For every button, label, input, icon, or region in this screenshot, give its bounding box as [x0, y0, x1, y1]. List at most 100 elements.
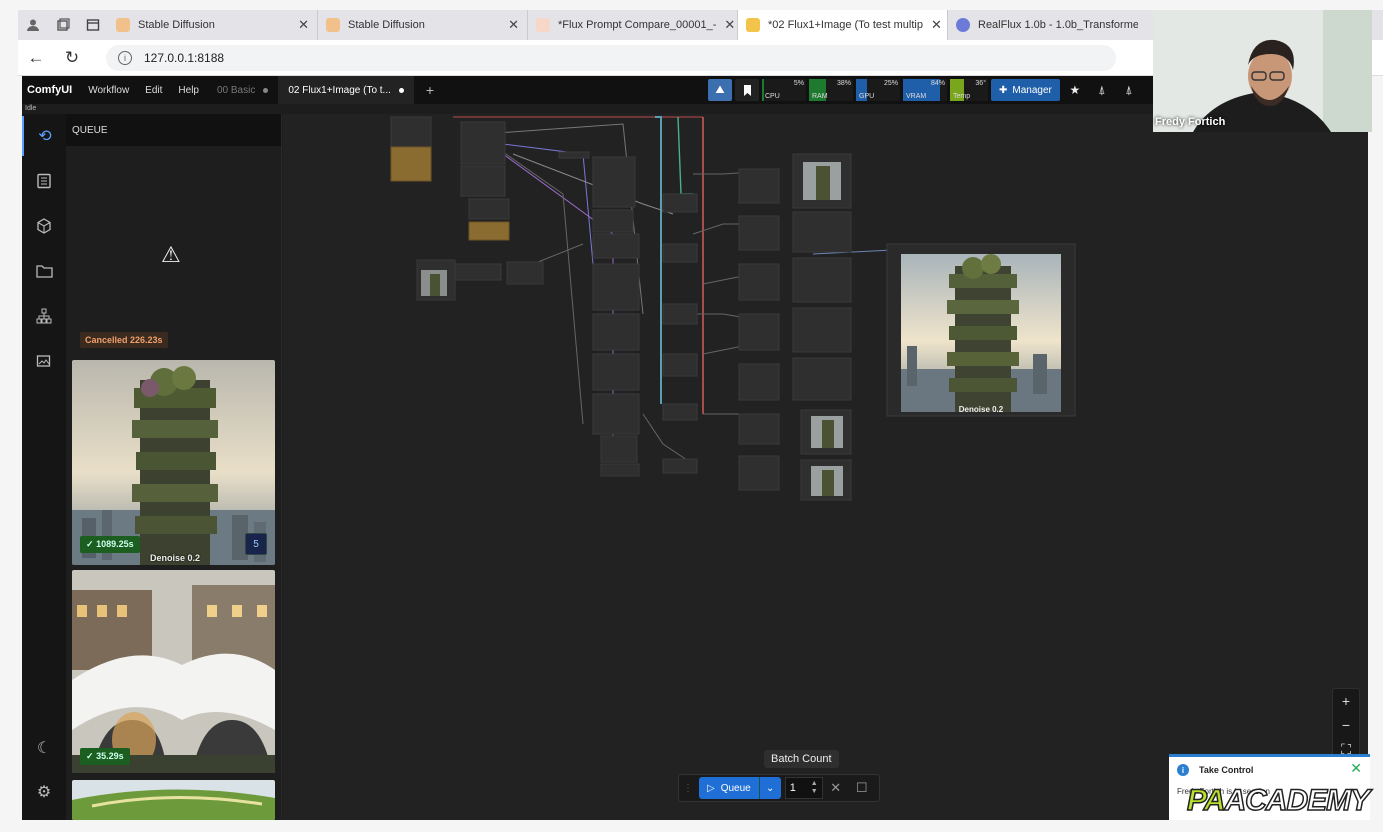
back-icon[interactable]: ←	[18, 40, 54, 76]
reload-icon[interactable]: ↻	[54, 40, 90, 76]
templates-icon[interactable]	[22, 296, 66, 336]
temp-meter: 36° Temp	[950, 79, 988, 101]
logo-academy: ACADEMY	[1224, 783, 1371, 818]
queue-history-icon[interactable]: ⟲	[22, 116, 66, 156]
presenter-name: Fredy Fortich	[1155, 116, 1226, 128]
queue-button[interactable]: ▷ Queue	[699, 777, 759, 799]
batch-count-tooltip: Batch Count	[764, 750, 839, 768]
comfy-brush-icon[interactable]: ⛰	[708, 79, 732, 101]
queue-item-time-badge: ✓ 35.29s	[80, 748, 130, 765]
pa-academy-logo: PAACADEMY	[1186, 783, 1371, 818]
temp-value: 36°	[975, 80, 986, 87]
tab-actions-icon[interactable]	[78, 10, 108, 40]
node-graph: Denoise 0.2	[390, 116, 1076, 501]
info-icon: i	[1177, 764, 1189, 776]
preview-caption: Denoise 0.2	[959, 405, 1004, 414]
vram-percent: 84%	[930, 80, 945, 87]
stop-queue-icon[interactable]: ☐	[849, 780, 875, 796]
gpu-percent: 25%	[883, 80, 898, 87]
cpu-meter: 5% CPU	[762, 79, 806, 101]
image-favicon-icon	[536, 18, 550, 32]
civitai-favicon-icon	[956, 18, 970, 32]
cancel-queue-icon[interactable]: ✕	[823, 780, 849, 796]
logo-pa: PA	[1186, 783, 1226, 818]
drag-handle-icon[interactable]: ⋮	[683, 783, 693, 794]
warning-icon: ⚠	[161, 242, 181, 267]
temp-label: Temp	[953, 93, 971, 100]
manager-button[interactable]: ✚ Manager	[991, 79, 1060, 101]
node-library-icon[interactable]	[22, 161, 66, 201]
menu-edit[interactable]: Edit	[137, 85, 170, 96]
close-icon[interactable]: ✕	[1350, 760, 1362, 777]
workflows-folder-icon[interactable]	[22, 251, 66, 291]
settings-gear-icon[interactable]: ⚙	[22, 772, 66, 812]
canopy-render-thumbnail	[72, 570, 275, 773]
browser-tab-label: RealFlux 1.0b - 1.0b_Transformer	[978, 19, 1138, 31]
menu-workflow[interactable]: Workflow	[80, 85, 137, 96]
bookmark-icon[interactable]	[735, 79, 759, 101]
batch-count-input[interactable]: 1 ▲ ▼	[784, 777, 823, 799]
collections-icon[interactable]	[48, 10, 78, 40]
queue-item-time: 1089.25s	[96, 539, 134, 549]
image-gallery-icon[interactable]	[22, 341, 66, 381]
unsaved-dot-icon	[398, 87, 404, 93]
comfyui-favicon-icon	[746, 18, 760, 32]
new-workflow-tab-icon[interactable]: +	[414, 82, 446, 98]
batch-count-value: 1	[789, 782, 796, 794]
site-info-icon[interactable]: i	[118, 50, 132, 65]
queue-item-3[interactable]	[72, 780, 275, 820]
browser-tab-5[interactable]: RealFlux 1.0b - 1.0b_Transformer	[948, 10, 1138, 40]
close-tab-icon[interactable]: ✕	[923, 17, 942, 33]
queue-item-1[interactable]: ✓ 1089.25s 5 Denoise 0.2	[72, 360, 275, 565]
profile-icon[interactable]	[18, 10, 48, 40]
menu-help[interactable]: Help	[170, 85, 207, 96]
stepper-icon[interactable]: ▲ ▼	[811, 780, 818, 796]
url-text: 127.0.0.1:8188	[144, 50, 225, 65]
browser-tab-1[interactable]: Stable Diffusion ✕	[108, 10, 318, 40]
gpu-meter: 25% GPU	[856, 79, 900, 101]
browser-tab-2[interactable]: Stable Diffusion ✕	[318, 10, 528, 40]
play-icon: ▷	[707, 782, 715, 794]
queue-action-bar: ⋮ ▷ Queue ⌄ 1 ▲ ▼ ✕ ☐	[678, 774, 880, 802]
node-tool-2-icon[interactable]: ⍋	[1117, 79, 1141, 101]
workflow-tab-flux[interactable]: 02 Flux1+Image (To t...	[278, 76, 414, 104]
unsaved-dot-icon	[263, 87, 269, 93]
gpu-label: GPU	[859, 93, 875, 100]
close-tab-icon[interactable]: ✕	[500, 17, 519, 33]
ram-percent: 38%	[836, 80, 851, 87]
zoom-in-icon[interactable]: +	[1333, 689, 1359, 713]
notification-title: Take Control	[1199, 765, 1254, 775]
ram-label: RAM	[812, 93, 828, 100]
output-count-badge[interactable]: 5	[245, 533, 267, 555]
cpu-meter-fill	[762, 79, 765, 101]
resource-monitors: ⛰ 5% CPU 38% RAM 25% GPU 84% VRAM 36° Te…	[708, 79, 1141, 101]
star-icon[interactable]: ★	[1063, 79, 1087, 101]
browser-tab-3[interactable]: *Flux Prompt Compare_00001_- ✕	[528, 10, 738, 40]
browser-tab-label: Stable Diffusion	[138, 19, 215, 31]
browser-tab-4[interactable]: *02 Flux1+Image (To test multip ✕	[738, 10, 948, 40]
screen: Stable Diffusion ✕ Stable Diffusion ✕ *F…	[0, 0, 1383, 832]
workflow-tab-label: 02 Flux1+Image (To t...	[288, 84, 391, 96]
queue-item-2[interactable]: ✓ 35.29s	[72, 570, 275, 773]
node-graph-canvas[interactable]: Denoise 0.2 + − ⛶	[283, 114, 1368, 820]
cancelled-badge: Cancelled 226.23s	[80, 332, 168, 348]
model-library-icon[interactable]	[22, 206, 66, 246]
status-text: Idle	[25, 105, 37, 112]
workflow-tab-basic[interactable]: 00 Basic	[207, 76, 278, 104]
queue-title: QUEUE	[72, 124, 108, 136]
check-icon: ✓	[86, 539, 94, 549]
comfyui-app: ComfyUI Workflow Edit Help 00 Basic 02 F…	[22, 76, 1368, 820]
zoom-out-icon[interactable]: −	[1333, 713, 1359, 737]
cpu-label: CPU	[765, 93, 780, 100]
queue-mode-dropdown[interactable]: ⌄	[758, 777, 781, 799]
close-tab-icon[interactable]: ✕	[716, 17, 735, 33]
queue-item-time: 35.29s	[96, 751, 124, 761]
close-tab-icon[interactable]: ✕	[290, 17, 309, 33]
url-field[interactable]: i 127.0.0.1:8188	[106, 44, 1116, 71]
node-tool-icon[interactable]: ⍋	[1090, 79, 1114, 101]
queue-panel: QUEUE ⚠ Cancelled 226.23s ✓ 1089.25s 5 D…	[66, 114, 282, 820]
check-icon: ✓	[86, 751, 94, 761]
ram-meter: 38% RAM	[809, 79, 853, 101]
theme-moon-icon[interactable]: ☾	[22, 728, 66, 768]
comfyui-logo: ComfyUI	[27, 84, 73, 96]
